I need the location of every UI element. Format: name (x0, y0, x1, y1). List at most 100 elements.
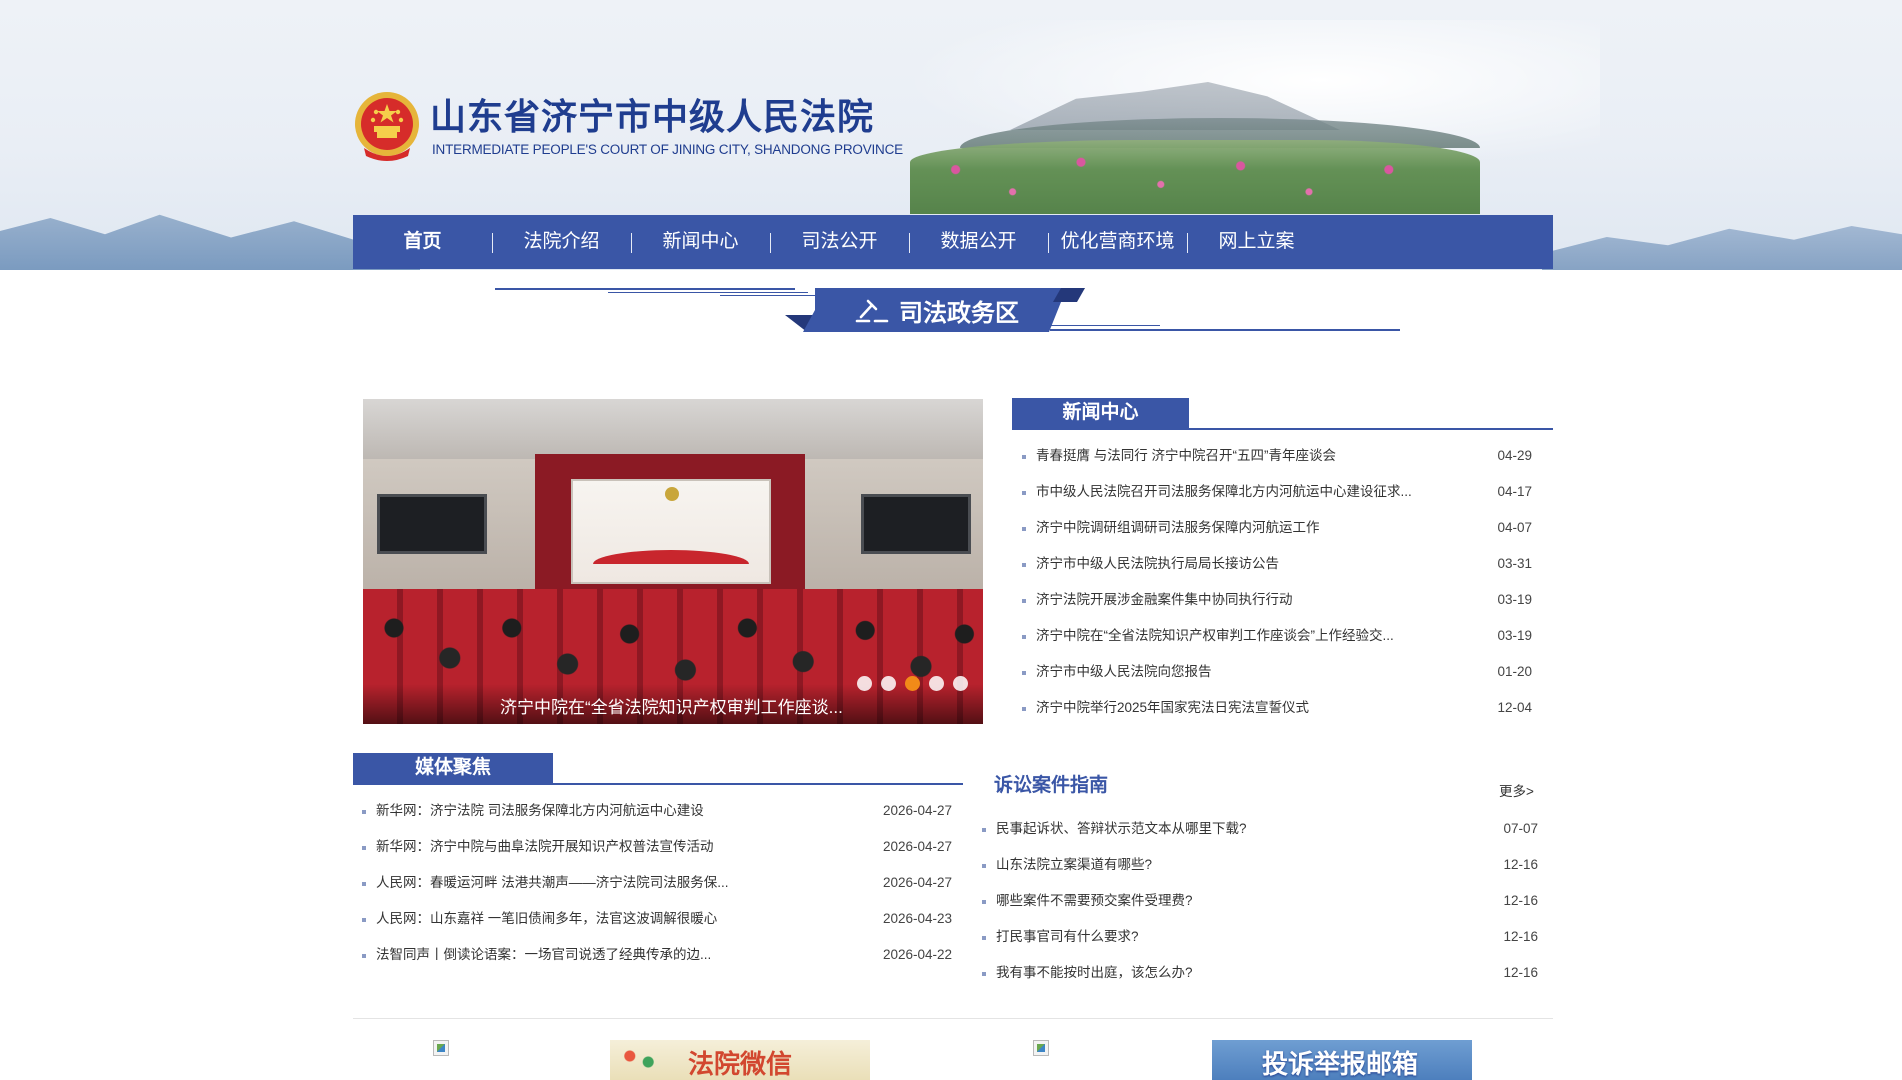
guide-date: 12-16 (1503, 857, 1538, 872)
site-subtitle: INTERMEDIATE PEOPLE'S COURT OF JINING CI… (432, 142, 903, 157)
media-date: 2026-04-22 (882, 947, 952, 962)
list-item[interactable]: 民事起诉状、答辩状示范文本从哪里下载? 07-07 (982, 811, 1538, 847)
list-item[interactable]: 济宁中院在“全省法院知识产权审判工作座谈会”上作经验交... 03-19 (1022, 618, 1532, 654)
more-link[interactable]: 更多> (1499, 780, 1534, 800)
news-title[interactable]: 济宁中院在“全省法院知识产权审判工作座谈会”上作经验交... (1036, 618, 1456, 654)
list-item[interactable]: 新华网：济宁法院 司法服务保障北方内河航运中心建设 2026-04-27 (362, 793, 952, 829)
site-title: 山东省济宁市中级人民法院 (430, 96, 875, 137)
news-title[interactable]: 济宁市中级人民法院向您报告 (1036, 654, 1456, 690)
wechat-decoration-icon (616, 1044, 662, 1074)
complaint-mailbox-label: 投诉举报邮箱 (1262, 1049, 1419, 1079)
media-date: 2026-04-27 (882, 875, 952, 890)
nav-item-news-center[interactable]: 新闻中心 (631, 215, 770, 269)
media-title[interactable]: 法智同声丨倒读论语案：一场官司说透了经典传承的边... (376, 937, 836, 973)
section-divider (353, 1018, 1553, 1019)
banner-mountains-right (1542, 226, 1902, 270)
broken-image-icon[interactable] (433, 1040, 449, 1056)
main-nav: 首页 法院介绍 新闻中心 司法公开 数据公开 优化营商环境 网上立案 (353, 215, 1553, 269)
banner-lotus-pond (910, 140, 1480, 214)
litigation-guide-title: 诉讼案件指南 (994, 775, 1109, 796)
news-title[interactable]: 济宁中院举行2025年国家宪法日宪法宣誓仪式 (1036, 690, 1456, 726)
news-date: 03-31 (1497, 556, 1532, 571)
carousel-photo-ribbon (593, 550, 749, 564)
media-date: 2026-04-27 (882, 803, 952, 818)
nav-item-home[interactable]: 首页 (353, 215, 492, 269)
guide-title[interactable]: 打民事官司有什么要求? (996, 919, 1436, 955)
gavel-icon (855, 295, 889, 323)
guide-date: 12-16 (1503, 929, 1538, 944)
news-title[interactable]: 市中级人民法院召开司法服务保障北方内河航运中心建设征求... (1036, 474, 1456, 510)
list-item[interactable]: 济宁中院举行2025年国家宪法日宪法宣誓仪式 12-04 (1022, 690, 1532, 726)
zone-line (608, 292, 808, 293)
national-emblem-icon[interactable] (352, 90, 422, 162)
news-date: 04-29 (1497, 448, 1532, 463)
media-focus-header: 媒体聚焦 (353, 753, 963, 785)
guide-title[interactable]: 山东法院立案渠道有哪些? (996, 847, 1436, 883)
litigation-guide-list: 民事起诉状、答辩状示范文本从哪里下载? 07-07 山东法院立案渠道有哪些? 12-… (982, 811, 1538, 991)
list-item[interactable]: 打民事官司有什么要求? 12-16 (982, 919, 1538, 955)
court-wechat-label: 法院微信 (688, 1049, 793, 1079)
news-title[interactable]: 济宁市中级人民法院执行局局长接访公告 (1036, 546, 1456, 582)
news-center-list: 青春挺膺 与法同行 济宁中院召开“五四”青年座谈会 04-29 市中级人民法院召开… (1022, 438, 1532, 726)
list-item[interactable]: 新华网：济宁中院与曲阜法院开展知识产权普法宣传活动 2026-04-27 (362, 829, 952, 865)
list-item[interactable]: 济宁中院调研组调研司法服务保障内河航运工作 04-07 (1022, 510, 1532, 546)
judicial-affairs-zone-banner: 司法政务区 (495, 285, 1400, 345)
carousel-photo-screen (861, 494, 971, 554)
news-title[interactable]: 济宁法院开展涉金融案件集中协同执行行动 (1036, 582, 1456, 618)
media-title[interactable]: 新华网：济宁法院 司法服务保障北方内河航运中心建设 (376, 793, 836, 829)
nav-item-judicial-openness[interactable]: 司法公开 (770, 215, 909, 269)
nav-item-business-environment[interactable]: 优化营商环境 (1048, 215, 1187, 269)
guide-date: 12-16 (1503, 893, 1538, 908)
media-title[interactable]: 人民网：春暖运河畔 法港共潮声——济宁法院司法服务保... (376, 865, 836, 901)
guide-title[interactable]: 民事起诉状、答辩状示范文本从哪里下载? (996, 811, 1436, 847)
carousel-dots (857, 676, 968, 691)
court-wechat-banner[interactable]: 法院微信 (610, 1040, 870, 1080)
list-item[interactable]: 济宁法院开展涉金融案件集中协同执行行动 03-19 (1022, 582, 1532, 618)
media-title[interactable]: 新华网：济宁中院与曲阜法院开展知识产权普法宣传活动 (376, 829, 836, 865)
tab-news-center[interactable]: 新闻中心 (1012, 398, 1189, 428)
media-focus-list: 新华网：济宁法院 司法服务保障北方内河航运中心建设 2026-04-27 新华网：… (362, 793, 952, 973)
list-item[interactable]: 山东法院立案渠道有哪些? 12-16 (982, 847, 1538, 883)
news-date: 01-20 (1497, 664, 1532, 679)
guide-title[interactable]: 我有事不能按时出庭，该怎么办? (996, 955, 1436, 991)
nav-item-court-intro[interactable]: 法院介绍 (492, 215, 631, 269)
guide-date: 12-16 (1503, 965, 1538, 980)
news-center-header: 新闻中心 (1012, 398, 1553, 430)
media-title[interactable]: 人民网：山东嘉祥 一笔旧债闹多年，法官这波调解很暖心 (376, 901, 836, 937)
carousel-photo-screen (377, 494, 487, 554)
media-date: 2026-04-23 (882, 911, 952, 926)
carousel-dot[interactable] (953, 676, 968, 691)
list-item[interactable]: 青春挺膺 与法同行 济宁中院召开“五四”青年座谈会 04-29 (1022, 438, 1532, 474)
news-date: 03-19 (1497, 592, 1532, 607)
carousel-photo (363, 399, 983, 459)
nav-item-online-filing[interactable]: 网上立案 (1187, 215, 1326, 269)
zone-line (1050, 329, 1400, 331)
media-date: 2026-04-27 (882, 839, 952, 854)
list-item[interactable]: 济宁市中级人民法院向您报告 01-20 (1022, 654, 1532, 690)
news-date: 04-07 (1497, 520, 1532, 535)
carousel-dot-active[interactable] (905, 676, 920, 691)
news-title[interactable]: 济宁中院调研组调研司法服务保障内河航运工作 (1036, 510, 1456, 546)
list-item[interactable]: 济宁市中级人民法院执行局局长接访公告 03-31 (1022, 546, 1532, 582)
nav-item-data-openness[interactable]: 数据公开 (909, 215, 1048, 269)
list-item[interactable]: 哪些案件不需要预交案件受理费? 12-16 (982, 883, 1538, 919)
list-item[interactable]: 人民网：春暖运河畔 法港共潮声——济宁法院司法服务保... 2026-04-27 (362, 865, 952, 901)
list-item[interactable]: 市中级人民法院召开司法服务保障北方内河航运中心建设征求... 04-17 (1022, 474, 1532, 510)
list-item[interactable]: 我有事不能按时出庭，该怎么办? 12-16 (982, 955, 1538, 991)
news-title[interactable]: 青春挺膺 与法同行 济宁中院召开“五四”青年座谈会 (1036, 438, 1456, 474)
tab-media-focus[interactable]: 媒体聚焦 (353, 753, 553, 783)
complaint-mailbox-banner[interactable]: 投诉举报邮箱 (1212, 1040, 1472, 1080)
news-date: 04-17 (1497, 484, 1532, 499)
news-date: 12-04 (1497, 700, 1532, 715)
list-item[interactable]: 人民网：山东嘉祥 一笔旧债闹多年，法官这波调解很暖心 2026-04-23 (362, 901, 952, 937)
guide-title[interactable]: 哪些案件不需要预交案件受理费? (996, 883, 1436, 919)
broken-image-icon[interactable] (1033, 1040, 1049, 1056)
carousel-dot[interactable] (881, 676, 896, 691)
news-carousel[interactable]: 济宁中院在“全省法院知识产权审判工作座谈... (363, 399, 983, 724)
list-item[interactable]: 法智同声丨倒读论语案：一场官司说透了经典传承的边... 2026-04-22 (362, 937, 952, 973)
zone-line (495, 288, 795, 290)
carousel-dot[interactable] (857, 676, 872, 691)
carousel-caption[interactable]: 济宁中院在“全省法院知识产权审判工作座谈... (500, 693, 843, 718)
carousel-dot[interactable] (929, 676, 944, 691)
carousel-photo-projection (571, 479, 771, 584)
